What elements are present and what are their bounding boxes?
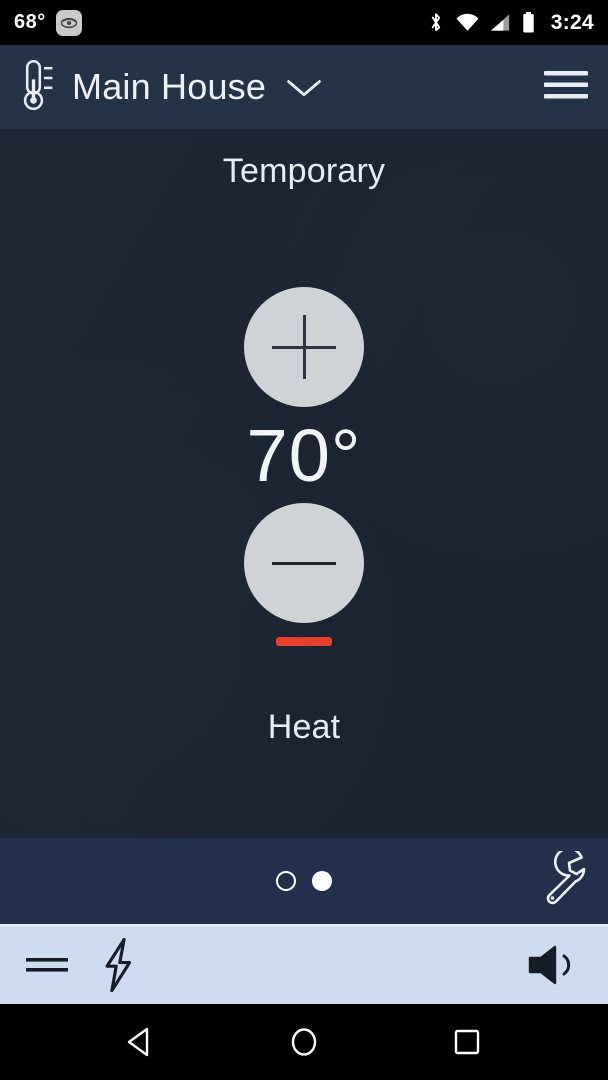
bluetooth-icon	[431, 12, 440, 31]
page-dot-1[interactable]	[276, 871, 296, 891]
android-nav-bar	[0, 1004, 608, 1080]
hvac-state-label: Heat	[267, 708, 341, 746]
status-bar-icons: 3:24	[426, 11, 594, 35]
thermometer-icon	[16, 57, 58, 118]
page-indicator	[0, 871, 608, 891]
back-triangle-icon[interactable]	[111, 1012, 171, 1072]
home-circle-icon[interactable]	[274, 1012, 334, 1072]
volume-speaker-icon[interactable]	[526, 943, 584, 987]
thermostat-panel: Temporary 70° Heat	[0, 130, 608, 838]
decrease-temperature-button[interactable]	[244, 503, 364, 623]
app-bar: Main House	[0, 45, 608, 130]
battery-icon	[523, 11, 534, 32]
wifi-icon	[456, 13, 479, 31]
hamburger-menu-icon[interactable]	[540, 64, 592, 111]
status-bar-clock: 3:24	[550, 10, 594, 34]
heat-status-indicator	[276, 637, 332, 646]
house-title[interactable]: Main House	[72, 66, 266, 108]
swirl-glyph	[60, 17, 77, 28]
android-status-bar: 68° 3:24	[0, 0, 608, 45]
temperature-stepper: 70°	[244, 287, 364, 646]
bottom-toolbar	[0, 924, 608, 1004]
plus-icon	[272, 315, 336, 379]
mode-label: Temporary	[222, 152, 386, 190]
thermostat-app-icon	[55, 9, 82, 36]
outdoor-temperature: 68°	[14, 11, 46, 33]
plus-vertical-bar	[302, 315, 306, 379]
minus-bar	[272, 561, 336, 565]
page-dot-2[interactable]	[312, 871, 332, 891]
equals-menu-icon[interactable]	[24, 948, 70, 982]
wrench-icon[interactable]	[536, 851, 592, 911]
increase-temperature-button[interactable]	[244, 287, 364, 407]
recents-square-icon[interactable]	[437, 1012, 497, 1072]
minus-icon	[272, 531, 336, 595]
phone-screen: 68° 3:24 Main House Temporary 70° Heat	[0, 0, 608, 1080]
target-temperature: 70°	[246, 414, 362, 497]
pager-bar	[0, 838, 608, 924]
lightning-bolt-icon[interactable]	[98, 937, 138, 993]
chevron-down-icon[interactable]	[282, 73, 326, 101]
cellular-signal-icon	[490, 13, 509, 31]
